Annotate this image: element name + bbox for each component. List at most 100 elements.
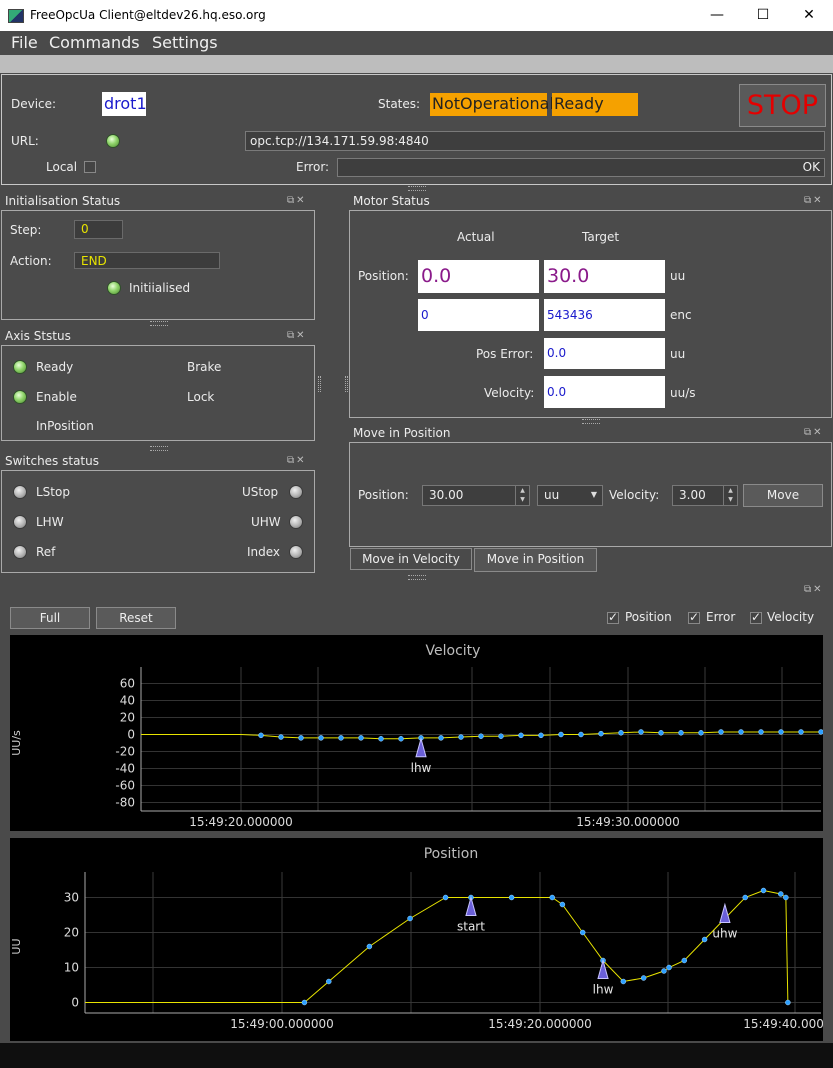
encoder-actual-field: 0 — [418, 299, 539, 331]
splitter-handle[interactable] — [408, 186, 426, 191]
y-tick-label: 0 — [71, 996, 79, 1010]
velocity-checkbox[interactable] — [750, 610, 762, 624]
pos-error-label: Pos Error: — [476, 347, 534, 361]
data-point — [783, 894, 789, 901]
error-field[interactable]: OK — [337, 158, 825, 177]
data-point — [338, 735, 344, 741]
unit-select-value: uu — [544, 488, 560, 502]
tab-move-velocity[interactable]: Move in Velocity — [350, 548, 472, 570]
move-title: Move in Position — [353, 426, 451, 440]
error-checkbox[interactable] — [688, 610, 700, 624]
splitter-handle[interactable] — [582, 419, 600, 424]
action-field: END — [74, 252, 220, 269]
minimize-button[interactable]: — — [694, 0, 740, 31]
velocity-field: 0.0 — [544, 376, 665, 408]
splitter-handle[interactable] — [150, 321, 168, 326]
stop-button[interactable]: STOP — [739, 84, 826, 127]
velocity-spinbox[interactable]: 3.00 ▲ ▼ — [672, 485, 738, 506]
spin-arrows-icon[interactable]: ▲ ▼ — [723, 486, 737, 505]
y-tick-label: 60 — [120, 677, 135, 691]
data-point — [326, 978, 332, 985]
device-field[interactable]: drot1 — [102, 92, 147, 116]
data-point — [478, 733, 484, 739]
data-point — [301, 999, 308, 1006]
full-button[interactable]: Full — [10, 607, 90, 629]
data-point — [718, 729, 724, 735]
lhw-label: LHW — [36, 515, 64, 529]
menu-file[interactable]: File — [11, 33, 38, 52]
tab-move-position[interactable]: Move in Position — [474, 548, 597, 572]
data-point — [640, 975, 647, 981]
menu-commands[interactable]: Commands — [49, 33, 140, 52]
dock-buttons-icon[interactable]: ⧉✕ — [287, 455, 307, 466]
position-chart-svg: Position UU 30 20 10 0 15:49:00.000000 15:49:20… — [10, 846, 823, 1031]
enable-led — [13, 390, 27, 404]
data-point — [618, 730, 624, 736]
series-line — [85, 889, 789, 1003]
data-point — [798, 729, 804, 735]
data-point — [558, 731, 564, 738]
data-point — [778, 891, 784, 897]
ref-label: Ref — [36, 545, 56, 559]
action-label: Action: — [10, 254, 52, 268]
data-point — [698, 730, 704, 736]
data-point — [760, 887, 767, 894]
position-checkbox[interactable] — [607, 610, 619, 624]
move-position-label: Position: — [358, 488, 409, 502]
reset-button[interactable]: Reset — [96, 607, 176, 629]
spin-arrows-icon[interactable]: ▲ ▼ — [515, 486, 529, 505]
step-label: Step: — [10, 223, 42, 237]
axis-status-title: Axis Ststus — [5, 329, 71, 343]
data-point — [398, 736, 404, 742]
move-button[interactable]: Move — [743, 484, 823, 507]
y-tick-label: 20 — [120, 711, 135, 725]
data-point — [742, 894, 748, 901]
dock-buttons-icon[interactable]: ⧉✕ — [287, 330, 307, 341]
y-tick-label: -60 — [115, 779, 135, 793]
dock-buttons-icon[interactable]: ⧉✕ — [287, 195, 307, 206]
ustop-label: UStop — [242, 485, 279, 499]
annotation-label: start — [457, 920, 485, 934]
data-point — [678, 730, 684, 736]
dock-buttons-icon[interactable]: ⧉✕ — [804, 195, 824, 206]
app-icon — [8, 9, 24, 23]
position-label: Position: — [358, 269, 409, 283]
velocity-chart[interactable]: Velocity UU/s 60 40 20 0 -20 -40 -60 -80 15:49:20.… — [10, 635, 823, 831]
local-checkbox[interactable] — [84, 161, 96, 173]
move-panel: Position: 30.00 ▲ ▼ uu ▼ Velocity: 3.00 ▲… — [349, 442, 832, 547]
dock-buttons-icon[interactable]: ⧉✕ — [804, 427, 824, 438]
move-velocity-label: Velocity: — [609, 488, 660, 502]
menu-settings[interactable]: Settings — [152, 33, 218, 52]
position-unit: uu — [670, 269, 686, 283]
y-axis-label: UU/s — [10, 730, 23, 756]
ready-label: Ready — [36, 360, 74, 374]
unit-select[interactable]: uu ▼ — [537, 485, 603, 506]
velocity-chart-svg: Velocity UU/s 60 40 20 0 -20 -40 -60 -80 15:49:20.… — [10, 643, 823, 829]
lstop-label: LStop — [36, 485, 70, 499]
url-field[interactable]: opc.tcp://134.171.59.98:4840 — [245, 131, 825, 151]
connection-led — [106, 134, 120, 148]
dock-buttons-icon[interactable]: ⧉✕ — [804, 584, 824, 595]
switches-status-panel: LStop UStop LHW UHW Ref Index — [1, 470, 315, 573]
chart-title: Velocity — [426, 643, 481, 659]
data-point — [438, 735, 444, 741]
status-bar — [0, 1043, 833, 1068]
position-spinbox[interactable]: 30.00 ▲ ▼ — [422, 485, 530, 506]
close-button[interactable]: ✕ — [786, 0, 832, 31]
vertical-splitter[interactable] — [345, 376, 348, 392]
maximize-button[interactable]: ☐ — [740, 0, 786, 31]
annotation-marker — [719, 902, 731, 923]
vertical-splitter[interactable] — [318, 376, 321, 392]
init-status-panel: Step: 0 Action: END Initiialised — [1, 210, 315, 320]
position-chart[interactable]: Position UU 30 20 10 0 15:49:00.000000 15:49:20… — [10, 838, 823, 1041]
data-point — [658, 730, 664, 736]
splitter-handle[interactable] — [150, 446, 168, 451]
data-point — [258, 732, 264, 739]
data-point — [785, 999, 791, 1006]
step-field: 0 — [74, 220, 123, 239]
x-tick-label: 15:49:40.000000 — [743, 1017, 823, 1031]
data-point — [578, 731, 584, 738]
brake-label: Brake — [187, 360, 222, 374]
local-label: Local — [46, 160, 78, 174]
splitter-handle[interactable] — [408, 575, 426, 580]
